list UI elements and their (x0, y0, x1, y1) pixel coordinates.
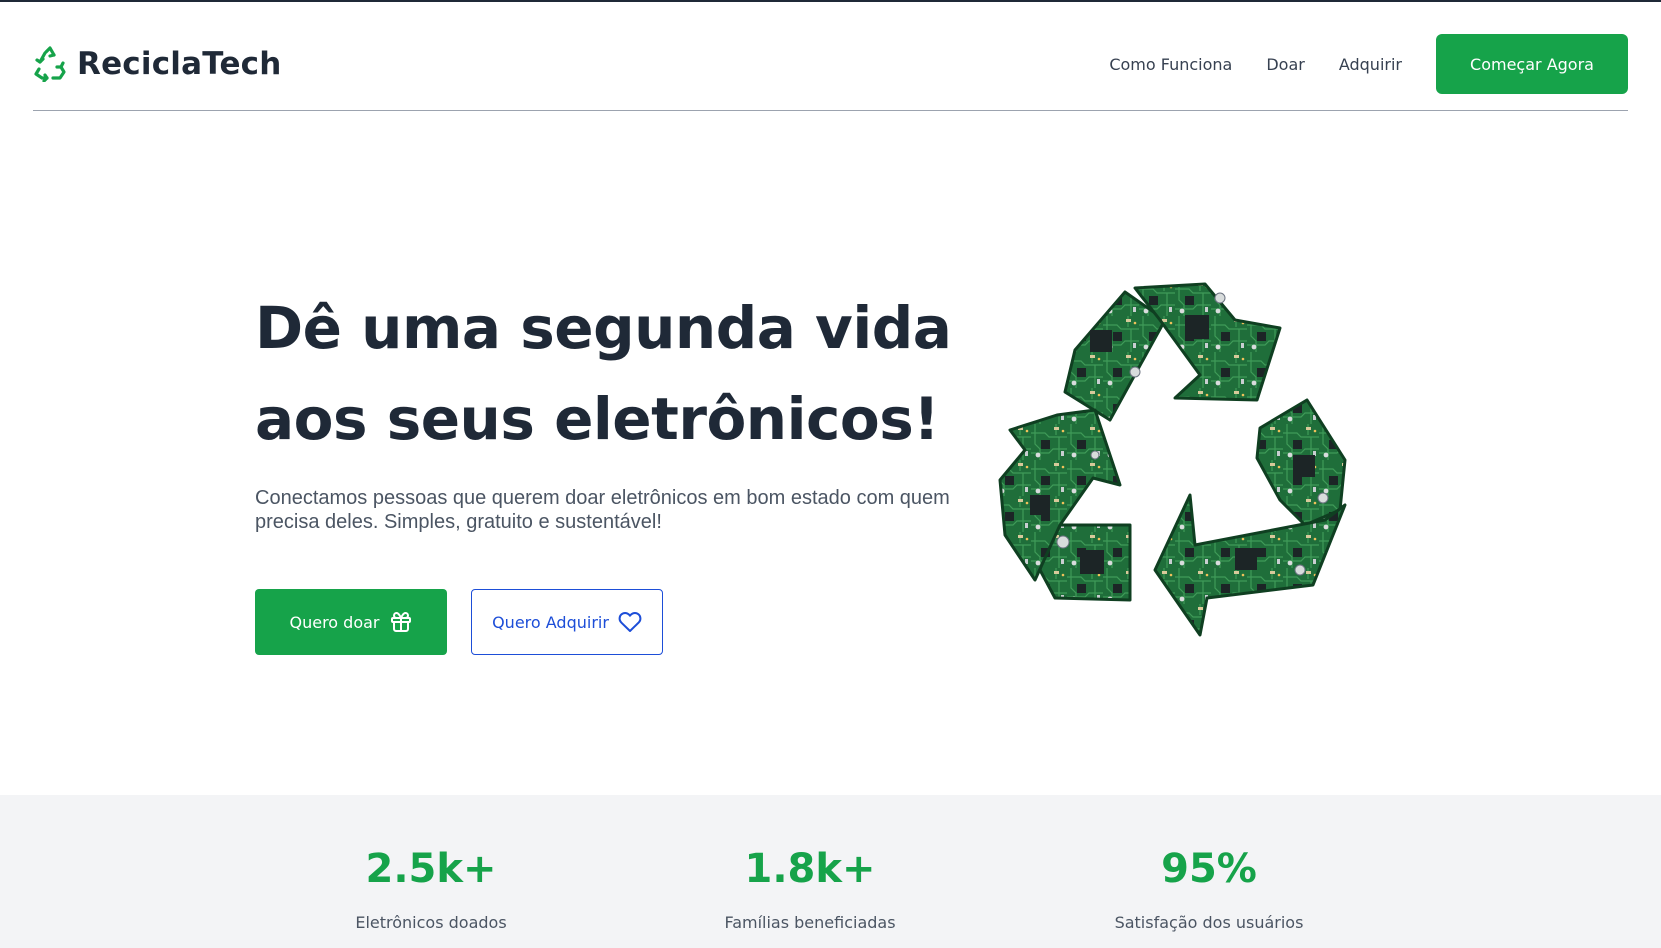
stat-donated: 2.5k+ Eletrônicos doados (271, 795, 591, 932)
start-now-button[interactable]: Começar Agora (1436, 34, 1628, 94)
acquire-button-label: Quero Adquirir (492, 612, 609, 632)
gift-icon (390, 612, 411, 632)
brand-name: ReciclaTech (77, 46, 282, 82)
acquire-button[interactable]: Quero Adquirir (471, 589, 663, 655)
donate-button-label: Quero doar (289, 612, 380, 632)
stat-value: 2.5k+ (365, 846, 497, 892)
brand-logo[interactable]: ReciclaTech (33, 44, 282, 84)
stat-value: 95% (1161, 846, 1257, 892)
stats-section: 2.5k+ Eletrônicos doados 1.8k+ Famílias … (0, 795, 1661, 948)
donate-button[interactable]: Quero doar (255, 589, 447, 655)
hero-subtitle: Conectamos pessoas que querem doar eletr… (255, 487, 950, 533)
stat-label: Satisfação dos usuários (1114, 913, 1304, 932)
recycle-circuit-board-illustration (998, 282, 1347, 637)
hero-title: Dê uma segunda vida aos seus eletrônicos… (255, 283, 955, 465)
stat-label: Famílias beneficiadas (724, 913, 896, 932)
stat-label: Eletrônicos doados (355, 913, 507, 932)
stat-families: 1.8k+ Famílias beneficiadas (650, 795, 970, 932)
nav-link-doar[interactable]: Doar (1266, 55, 1305, 74)
main-nav: Como Funciona Doar Adquirir Começar Agor… (1109, 34, 1628, 94)
stat-value: 1.8k+ (744, 846, 876, 892)
nav-link-como-funciona[interactable]: Como Funciona (1109, 55, 1232, 74)
stat-satisfaction: 95% Satisfação dos usuários (1049, 795, 1369, 932)
heart-icon (618, 612, 642, 632)
site-header: ReciclaTech Como Funciona Doar Adquirir … (33, 2, 1628, 111)
hero-title-line-2: aos seus eletrônicos! (255, 385, 940, 453)
recycle-icon (34, 46, 66, 82)
nav-link-adquirir[interactable]: Adquirir (1339, 55, 1402, 74)
hero-title-line-1: Dê uma segunda vida (255, 294, 952, 362)
